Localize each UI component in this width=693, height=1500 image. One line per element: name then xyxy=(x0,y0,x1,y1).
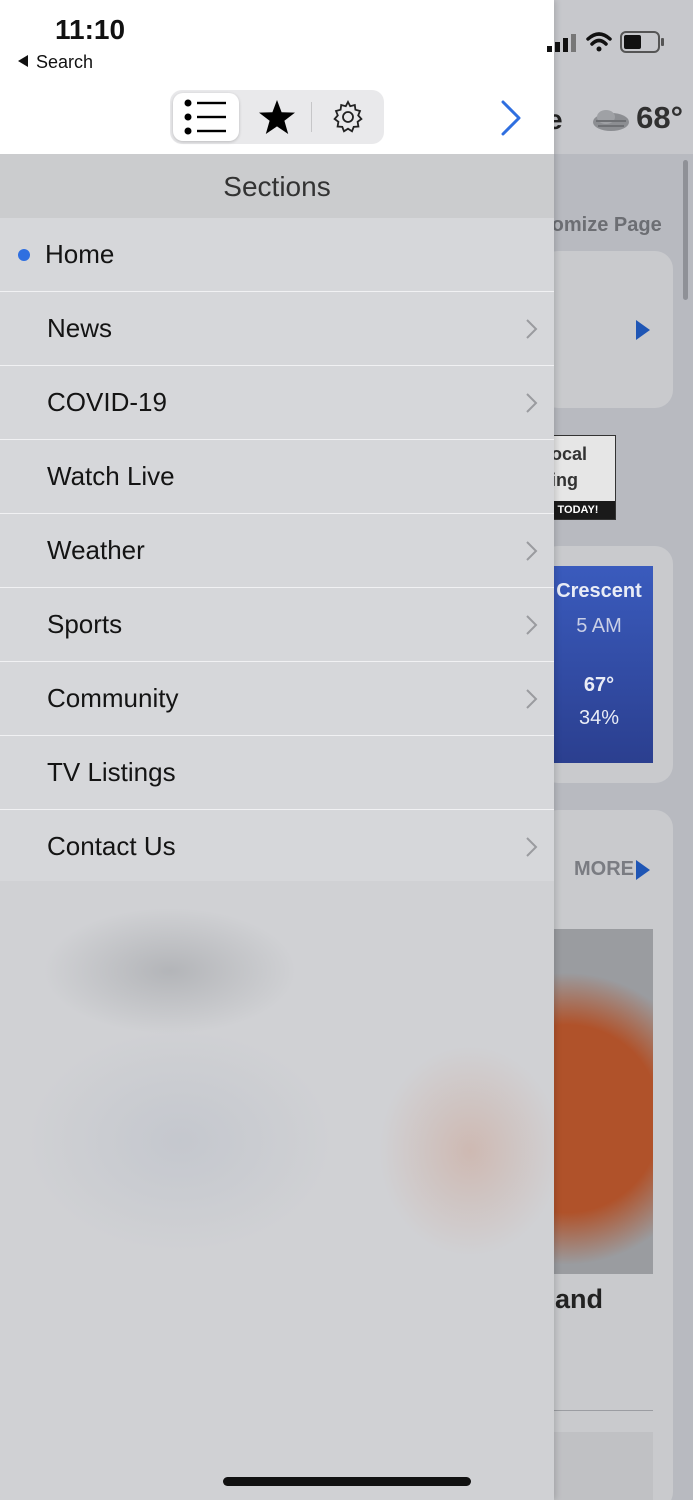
weather-humidity: 34% xyxy=(578,707,620,729)
menu-item-label: Contact Us xyxy=(47,831,176,861)
menu-item-contact-us[interactable]: Contact Us xyxy=(0,810,554,884)
scrollbar[interactable] xyxy=(683,160,688,300)
menu-item-community[interactable]: Community xyxy=(0,662,554,736)
back-triangle-icon xyxy=(18,55,28,67)
current-indicator-dot xyxy=(18,249,30,261)
menu-item-label: Sports xyxy=(47,609,123,639)
menu-item-covid-19[interactable]: COVID-19 xyxy=(0,366,554,440)
system-status-icons xyxy=(547,31,664,53)
headline-fragment[interactable]: and xyxy=(555,1284,603,1315)
sections-menu: Home News COVID-19 Watch Live Weather Sp… xyxy=(0,218,554,884)
list-icon xyxy=(184,99,226,135)
status-bar: 11:10 Search xyxy=(0,0,693,80)
chevron-right-icon xyxy=(526,541,538,561)
wifi-icon xyxy=(586,32,612,52)
menu-item-watch-live[interactable]: Watch Live xyxy=(0,440,554,514)
menu-item-label: Weather xyxy=(47,535,145,565)
menu-item-home[interactable]: Home xyxy=(0,218,554,292)
settings-tab[interactable] xyxy=(315,93,381,141)
logo-text-1: ocal xyxy=(551,444,588,464)
weather-card[interactable]: Crescent 5 AM 67° 34% xyxy=(545,566,653,763)
chevron-right-icon xyxy=(526,837,538,857)
segment-divider xyxy=(311,102,312,132)
battery-icon xyxy=(620,31,664,53)
menu-item-sports[interactable]: Sports xyxy=(0,588,554,662)
menu-item-label: COVID-19 xyxy=(47,387,167,417)
more-link[interactable]: MORE xyxy=(574,858,634,881)
sections-heading: Sections xyxy=(0,154,554,218)
sections-list-tab[interactable] xyxy=(173,93,239,141)
menu-item-tv-listings[interactable]: TV Listings xyxy=(0,736,554,810)
play-arrow-icon[interactable] xyxy=(636,320,650,340)
more-arrow-icon[interactable] xyxy=(636,860,650,880)
back-to-search-link[interactable]: Search xyxy=(18,52,93,73)
cloud-icon xyxy=(593,110,629,131)
logo-text-2: ing xyxy=(551,470,578,490)
menu-item-label: TV Listings xyxy=(47,757,176,787)
divider xyxy=(545,1410,653,1411)
video-card[interactable] xyxy=(540,251,673,408)
home-indicator[interactable] xyxy=(223,1477,471,1486)
signal-icon xyxy=(547,34,576,52)
chevron-right-icon[interactable] xyxy=(496,98,526,138)
back-label: Search xyxy=(36,52,94,72)
customize-page-link[interactable]: tomize Page xyxy=(545,214,662,237)
menu-item-label: Watch Live xyxy=(47,461,175,491)
chevron-right-icon xyxy=(526,319,538,339)
menu-item-label: Home xyxy=(45,239,115,269)
menu-item-label: Community xyxy=(47,683,179,713)
star-icon xyxy=(259,100,295,134)
view-segmented-control xyxy=(170,90,384,144)
sections-drawer: Sections Home News COVID-19 Watch Live W… xyxy=(0,0,554,1500)
weather-time: 5 AM xyxy=(576,615,622,637)
chevron-right-icon xyxy=(526,615,538,635)
menu-item-news[interactable]: News xyxy=(0,292,554,366)
news-photo[interactable] xyxy=(545,929,653,1274)
weather-city: Crescent xyxy=(556,580,642,602)
header-temperature[interactable]: 68° xyxy=(636,100,683,136)
news-photo-2[interactable] xyxy=(545,1432,653,1500)
drawer-blurred-background xyxy=(0,881,554,1500)
gear-icon xyxy=(333,100,363,133)
weather-temp: 67° xyxy=(583,674,615,696)
favorites-tab[interactable] xyxy=(244,93,310,141)
status-time: 11:10 xyxy=(55,14,126,45)
chevron-right-icon xyxy=(526,689,538,709)
menu-item-label: News xyxy=(47,313,113,343)
menu-item-weather[interactable]: Weather xyxy=(0,514,554,588)
chevron-right-icon xyxy=(526,393,538,413)
drawer-toolbar xyxy=(0,80,554,154)
